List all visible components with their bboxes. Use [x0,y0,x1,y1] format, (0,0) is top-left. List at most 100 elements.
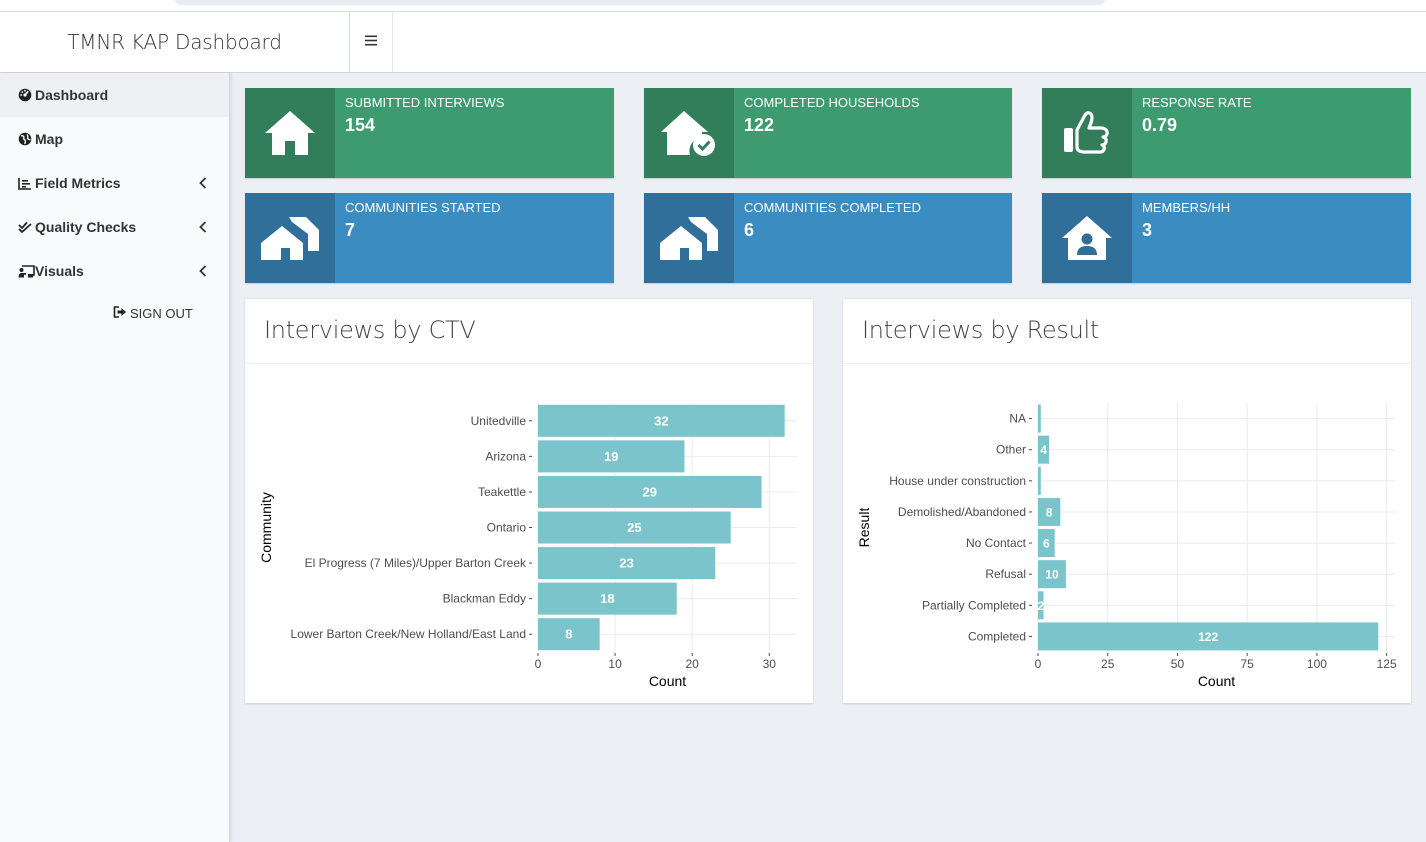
value-box-communities-started: COMMUNITIES STARTED 7 [245,193,614,283]
category-tick-label: House under construction [889,474,1026,488]
x-tick-label: 0 [535,657,542,671]
sidebar-item-label: Quality Checks [35,219,137,235]
value-box-label: RESPONSE RATE [1142,95,1252,110]
category-tick-label: Refusal [985,567,1026,581]
bar-data-label: 32 [654,413,668,428]
category-tick-label: Completed [968,629,1026,643]
category-tick-label: El Progress (7 Miles)/Upper Barton Creek [305,556,527,570]
sidebar: Dashboard Map Field Metrics Quality Chec… [0,73,230,842]
panel-interviews-by-ctv: Interviews by CTV 32 Unitedville 19 Arizona… [245,298,813,703]
y-axis-title: Result [856,508,872,548]
bar-data-label: 122 [1198,630,1218,644]
x-tick-label: 0 [1035,657,1042,671]
bar-data-label: 18 [600,591,614,606]
bar-data-label: 2 [1037,599,1044,613]
value-box-label: COMMUNITIES COMPLETED [744,200,921,215]
category-tick-label: Ontario [487,521,527,535]
category-tick-label: Other [996,443,1026,457]
chevron-left-icon [199,264,207,280]
value-box-value: 122 [744,115,775,135]
result-bar-chart: NA 4 Other House under construction 8 Demolis… [856,403,1397,689]
house-check-icon [644,88,734,178]
value-box-label: MEMBERS/HH [1142,200,1231,215]
bar-data-label: 29 [643,484,657,499]
chevron-left-icon [199,220,207,236]
bar-data-label: 19 [604,449,618,464]
value-box-submitted-interviews: SUBMITTED INTERVIEWS 154 [245,88,614,178]
x-tick-label: 20 [685,657,699,671]
category-tick-label: Teakettle [478,485,526,499]
globe-icon [18,132,35,146]
sidebar-item-map[interactable]: Map [0,117,229,161]
chart-bar [1038,466,1041,495]
category-tick-label: Unitedville [471,414,527,428]
chalkboard-icon [18,264,35,278]
category-tick-label: Arizona [485,449,526,463]
sign-out-icon [113,306,127,321]
value-box-value: 154 [345,115,376,135]
sidebar-item-visuals[interactable]: Visuals [0,249,229,293]
sidebar-item-quality-checks[interactable]: Quality Checks [0,205,229,249]
sidebar-item-label: Visuals [35,263,84,279]
value-box-completed-households: COMPLETED HOUSEHOLDS 122 [644,88,1012,178]
house-user-icon [1042,193,1132,283]
value-box-label: COMMUNITIES STARTED [345,200,501,215]
check-double-icon [18,221,35,233]
value-box-communities-completed: COMMUNITIES COMPLETED 6 [644,193,1012,283]
browser-top-strip [0,0,1426,12]
bar-data-label: 8 [565,627,572,642]
bar-data-label: 4 [1040,443,1047,457]
ctv-bar-chart: 32 Unitedville 19 Arizona 29 Teakettle 25 Ontar… [258,403,797,689]
category-tick-label: NA [1009,412,1026,426]
x-axis-title: Count [649,673,686,689]
x-tick-label: 125 [1377,657,1397,671]
app-header: TMNR KAP Dashboard [0,12,1426,73]
x-tick-label: 50 [1171,657,1185,671]
sidebar-item-field-metrics[interactable]: Field Metrics [0,161,229,205]
value-box-value: 7 [345,220,356,240]
sidebar-toggle-button[interactable] [350,12,393,72]
value-box-label: SUBMITTED INTERVIEWS [345,95,505,110]
chart-line-icon [18,177,35,190]
y-axis-title: Community [258,492,274,563]
category-tick-label: Lower Barton Creek/New Holland/East Land [291,627,526,641]
dashboard-icon [18,88,35,102]
house-icon [245,88,335,178]
hamburger-icon [365,33,377,51]
sidebar-item-dashboard[interactable]: Dashboard [0,73,229,117]
x-tick-label: 75 [1241,657,1255,671]
x-tick-label: 25 [1101,657,1115,671]
houses-icon [245,193,335,283]
category-tick-label: Partially Completed [922,598,1026,612]
bar-data-label: 25 [627,520,641,535]
bar-data-label: 8 [1046,505,1053,519]
bar-data-label: 10 [1045,568,1059,582]
x-tick-label: 100 [1307,657,1327,671]
category-tick-label: No Contact [966,536,1027,550]
value-box-value: 3 [1142,220,1153,240]
sign-out-label: SIGN OUT [130,306,193,321]
value-box-members-per-hh: MEMBERS/HH 3 [1042,193,1411,283]
chart-bar [1038,404,1041,433]
category-tick-label: Blackman Eddy [443,592,526,606]
address-bar-edge [175,0,1105,5]
panel-interviews-by-result: Interviews by Result NA 4 Other House under… [843,298,1411,703]
sign-out-link[interactable]: SIGN OUT [113,306,193,321]
panel-title: Interviews by Result [843,299,1411,364]
value-box-response-rate: RESPONSE RATE 0.79 [1042,88,1411,178]
houses-icon [644,193,734,283]
bar-data-label: 23 [619,556,633,571]
value-box-value: 6 [744,220,755,240]
thumbs-up-icon [1042,88,1132,178]
x-axis-title: Count [1198,673,1235,689]
category-tick-label: Demolished/Abandoned [898,505,1026,519]
value-box-value: 0.79 [1142,115,1178,135]
sidebar-item-label: Map [35,131,63,147]
x-tick-label: 30 [763,657,777,671]
sidebar-item-label: Field Metrics [35,175,121,191]
x-tick-label: 10 [608,657,622,671]
bar-data-label: 6 [1043,537,1050,551]
sidebar-item-label: Dashboard [35,87,109,103]
panel-title: Interviews by CTV [245,299,813,364]
app-title: TMNR KAP Dashboard [0,12,350,72]
